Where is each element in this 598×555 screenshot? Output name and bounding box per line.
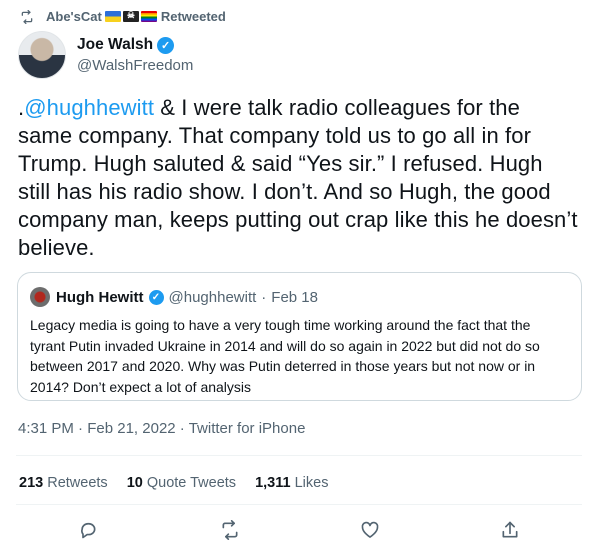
verified-badge-icon: ✓ <box>148 289 164 305</box>
quote-author-handle[interactable]: @hughhewitt <box>169 289 257 306</box>
divider <box>16 504 582 505</box>
divider <box>16 455 582 456</box>
mention-link[interactable]: @hughhewitt <box>24 95 154 120</box>
separator-dot: · <box>179 420 185 437</box>
quote-date[interactable]: Feb 18 <box>271 289 318 306</box>
tweet-text: .@hughhewitt & I were talk radio colleag… <box>18 94 580 262</box>
name-flags <box>104 10 157 22</box>
quote-avatar[interactable] <box>30 287 50 307</box>
action-bar <box>0 519 598 543</box>
tweet-date[interactable]: Feb 21, 2022 <box>87 420 175 437</box>
likes-stat[interactable]: 1,311 Likes <box>255 475 328 491</box>
separator-dot: · <box>261 288 267 306</box>
separator-dot: · <box>78 420 84 437</box>
quotes-label: Quote Tweets <box>146 475 237 491</box>
verified-badge-icon: ✓ <box>157 36 175 54</box>
retweets-stat[interactable]: 213 Retweets <box>19 475 108 491</box>
tweet-stats: 213 Retweets 10 Quote Tweets 1,311 Likes <box>19 475 328 491</box>
pirate-flag-icon <box>122 10 139 22</box>
quoted-tweet[interactable]: Hugh Hewitt ✓ @hughhewitt · Feb 18 Legac… <box>17 272 582 401</box>
author-handle[interactable]: @WalshFreedom <box>77 57 193 74</box>
retweet-header: Abe'sCat Retweeted <box>20 9 226 24</box>
heart-icon[interactable] <box>359 519 381 541</box>
tweet-source[interactable]: Twitter for iPhone <box>189 420 306 437</box>
tweet-time[interactable]: 4:31 PM <box>18 420 74 437</box>
share-icon[interactable] <box>499 519 521 541</box>
quote-tweets-stat[interactable]: 10 Quote Tweets <box>127 475 236 491</box>
likes-label: Likes <box>294 475 329 491</box>
likes-count: 1,311 <box>255 475 291 491</box>
reply-icon[interactable] <box>77 519 99 541</box>
retweets-label: Retweets <box>47 475 108 491</box>
avatar[interactable] <box>18 31 66 79</box>
tweet-meta: 4:31 PM · Feb 21, 2022 · Twitter for iPh… <box>18 420 305 437</box>
tweet-author: Joe Walsh ✓ @WalshFreedom <box>18 31 193 79</box>
retweeter-name[interactable]: Abe'sCat <box>46 9 102 24</box>
retweet-icon[interactable] <box>219 519 241 541</box>
rainbow-flag-icon <box>140 11 157 22</box>
retweeted-label: Retweeted <box>160 9 226 24</box>
retweets-count: 213 <box>19 475 44 491</box>
retweet-icon <box>20 9 34 24</box>
quote-text: Legacy media is going to have a very tou… <box>30 317 540 395</box>
quote-author-name[interactable]: Hugh Hewitt <box>56 289 144 306</box>
author-name[interactable]: Joe Walsh <box>77 36 153 54</box>
ukraine-flag-icon <box>104 11 121 22</box>
quotes-count: 10 <box>126 475 143 491</box>
